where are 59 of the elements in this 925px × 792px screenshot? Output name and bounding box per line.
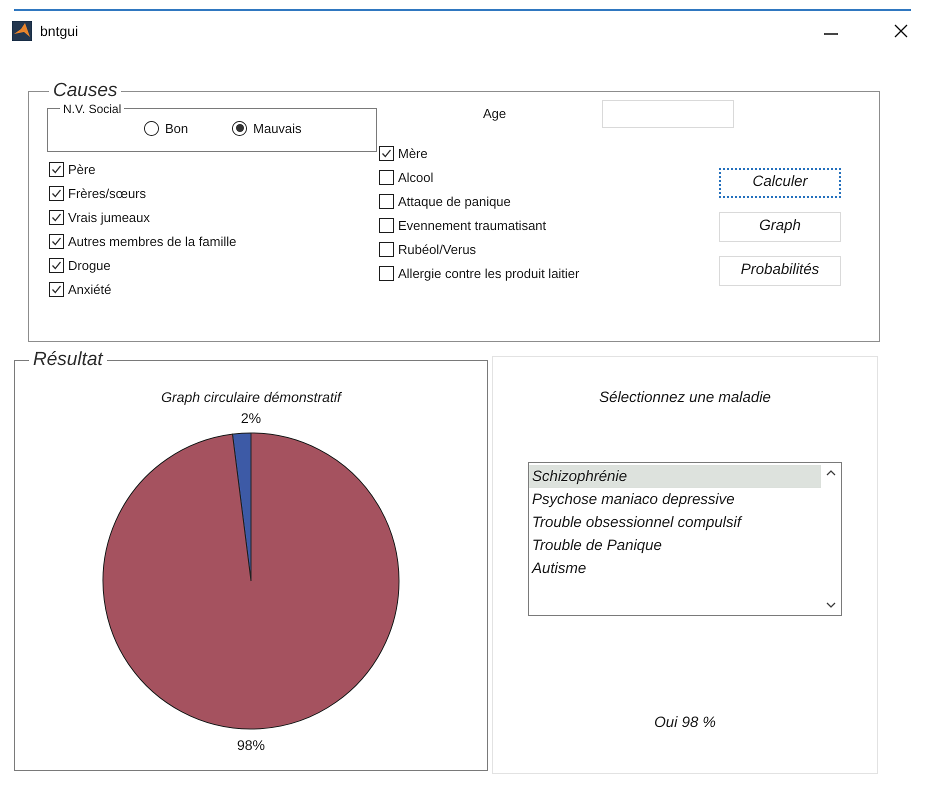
scroll-down-icon[interactable] <box>826 600 836 608</box>
radio-label: Mauvais <box>253 120 302 138</box>
check-icon <box>51 284 62 295</box>
age-field[interactable] <box>602 100 734 128</box>
checkbox[interactable] <box>49 282 64 297</box>
checkbox-label: Allergie contre les produit laitier <box>398 264 580 283</box>
checkbox[interactable] <box>49 210 64 225</box>
checkbox-label: Alcool <box>398 168 434 187</box>
check-icon <box>51 212 62 223</box>
list-item[interactable]: Trouble obsessionnel compulsif <box>529 510 821 534</box>
checkbox[interactable] <box>49 162 64 177</box>
panel-title: Causes <box>52 79 118 103</box>
checkbox-label: Frères/sœurs <box>68 184 146 203</box>
result-text: Oui 98 % <box>654 712 716 732</box>
checkbox[interactable] <box>379 146 394 161</box>
checkbox-label: Rubéol/Verus <box>398 240 476 259</box>
prompt-text: Sélectionnez une maladie <box>599 388 771 408</box>
list-item[interactable]: Trouble de Panique <box>529 534 821 556</box>
checkbox[interactable] <box>379 266 394 281</box>
checkbox-label: Père <box>68 160 96 179</box>
checkbox-label: Mère <box>398 144 428 163</box>
checkbox-label: Autres membres de la famille <box>68 232 236 251</box>
checkbox-label: Drogue <box>68 256 111 275</box>
age-label: Age <box>483 104 506 123</box>
app-logo-icon <box>12 21 32 41</box>
check-icon <box>51 236 62 247</box>
action-button[interactable]: Probabilités <box>719 256 841 286</box>
action-button[interactable]: Calculer <box>719 168 841 198</box>
checkbox-label: Evennement traumatisant <box>398 216 546 235</box>
disease-list[interactable]: Schizophrénie Psychose maniaco depressive Trouble obsessionnel compulsif Trouble de Panique Autisme <box>528 462 842 616</box>
check-icon <box>51 188 62 199</box>
checkbox-label: Anxiété <box>68 280 112 299</box>
checkbox[interactable] <box>379 242 394 257</box>
checkbox[interactable] <box>379 194 394 209</box>
list-item[interactable]: Schizophrénie <box>529 464 821 488</box>
checkbox-label: Attaque de panique <box>398 192 511 211</box>
group-title: N.V. Social <box>62 100 122 118</box>
data-label: 98% <box>236 736 266 754</box>
list-item[interactable]: Psychose maniaco depressive <box>529 488 821 510</box>
checkbox[interactable] <box>379 218 394 233</box>
data-label: 2% <box>240 408 262 428</box>
list-item[interactable]: Autisme <box>529 556 821 580</box>
check-icon <box>51 164 62 175</box>
action-button[interactable]: Graph <box>719 212 841 242</box>
scroll-up-icon[interactable] <box>826 468 836 476</box>
checkbox-label: Vrais jumeaux <box>68 208 150 227</box>
checkbox[interactable] <box>379 170 394 185</box>
checkbox[interactable] <box>49 234 64 249</box>
close-icon[interactable] <box>893 23 909 39</box>
radio-button[interactable] <box>144 120 159 136</box>
radio-button[interactable] <box>232 120 248 136</box>
checkbox[interactable] <box>49 258 64 273</box>
checkbox[interactable] <box>49 186 64 201</box>
check-icon <box>381 148 392 159</box>
check-icon <box>51 260 62 271</box>
radio-label: Bon <box>165 120 188 138</box>
window-title: bntgui <box>40 22 78 41</box>
panel-title: Résultat <box>32 348 104 372</box>
chart-title: Graph circulaire démonstratif <box>161 388 341 407</box>
